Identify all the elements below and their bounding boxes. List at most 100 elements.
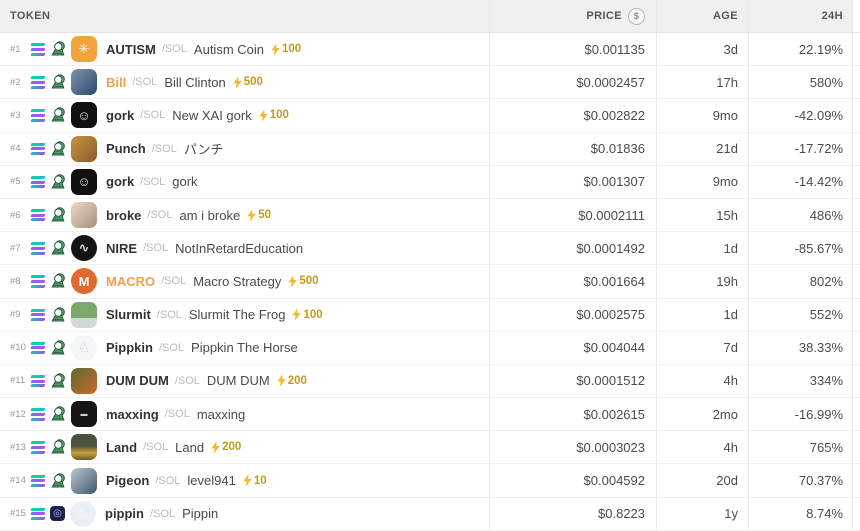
token-cell[interactable]: #10 ♘ Pippkin /SOL Pippkin The Horse: [0, 332, 489, 364]
rank-label: #7: [10, 242, 21, 254]
token-symbol: Slurmit: [106, 307, 151, 323]
boost-amount: 100: [303, 308, 323, 321]
column-header-24h[interactable]: 24H: [748, 0, 852, 32]
token-cell[interactable]: #3 ☺ gork /SOL New XAI gork 100: [0, 99, 489, 131]
token-cell[interactable]: #13 Land /SOL Land 200: [0, 431, 489, 463]
table-row[interactable]: #11 DUM DUM /SOL DUM DUM 200 $0.0001512 …: [0, 364, 860, 399]
price-cell: $0.001307: [489, 165, 656, 198]
token-name: Autism Coin: [193, 41, 264, 57]
token-symbol: Bill: [106, 74, 127, 90]
boost-badge[interactable]: 50: [247, 208, 271, 222]
boost-badge[interactable]: 200: [277, 374, 307, 388]
table-row[interactable]: #8 M MACRO /SOL Macro Strategy 500 $0.00…: [0, 265, 860, 299]
token-avatar: ✳: [71, 36, 97, 63]
token-cell[interactable]: #9 Slurmit /SOL Slurmit The Frog 100: [0, 299, 489, 331]
table-row[interactable]: #4 Punch /SOL パンチ $0.01836 21d -17.72%: [0, 132, 860, 166]
token-cell[interactable]: #8 M MACRO /SOL Macro Strategy 500: [0, 265, 489, 297]
token-avatar: ∿: [71, 235, 97, 262]
token-cell[interactable]: #11 DUM DUM /SOL DUM DUM 200: [0, 365, 489, 397]
token-name: level941: [187, 473, 236, 489]
token-cell[interactable]: #7 ∿ NIRE /SOL NotInRetardEducation: [0, 232, 489, 264]
solana-icon: [30, 275, 46, 288]
token-avatar: ☺: [71, 168, 97, 195]
table-row[interactable]: #14 Pigeon /SOL level941 10 $0.004592 20…: [0, 464, 860, 498]
dollar-circle-icon[interactable]: $: [628, 7, 645, 25]
age-cell: 9mo: [656, 165, 748, 198]
table-row[interactable]: #10 ♘ Pippkin /SOL Pippkin The Horse $0.…: [0, 331, 860, 365]
rank-label: #10: [10, 342, 26, 354]
token-name: Bill Clinton: [164, 74, 226, 90]
table-row[interactable]: #3 ☺ gork /SOL New XAI gork 100 $0.00282…: [0, 99, 860, 133]
token-cell[interactable]: #14 Pigeon /SOL level941 10: [0, 464, 489, 496]
pumpswap-icon: [50, 140, 66, 157]
row-spacer: [852, 232, 860, 265]
row-spacer: [852, 33, 860, 66]
token-name: Macro Strategy: [193, 273, 282, 289]
lightning-bolt-icon: [259, 109, 268, 122]
table-row[interactable]: #5 ☺ gork /SOL gork $0.001307 9mo -14.42…: [0, 165, 860, 199]
token-cell[interactable]: #4 Punch /SOL パンチ: [0, 133, 489, 165]
boost-badge[interactable]: 500: [233, 75, 263, 89]
price-cell: $0.002615: [489, 398, 656, 431]
solana-icon: [30, 341, 46, 354]
token-name: New XAI gork: [172, 107, 252, 123]
solana-icon: [30, 408, 46, 421]
token-symbol: Pigeon: [106, 473, 150, 489]
solana-icon: [30, 374, 46, 387]
token-symbol: pippin: [105, 506, 144, 522]
token-cell[interactable]: #2 Bill /SOL Bill Clinton 500: [0, 66, 489, 98]
token-pair: /SOL: [156, 308, 182, 321]
token-avatar: ☺: [71, 102, 97, 129]
pumpswap-icon: [50, 41, 66, 57]
token-pair: /SOL: [161, 275, 187, 288]
table-row[interactable]: #7 ∿ NIRE /SOL NotInRetardEducation $0.0…: [0, 232, 860, 266]
table-header: TOKEN PRICE $ AGE 24H: [0, 0, 860, 33]
boost-amount: 10: [253, 474, 267, 487]
solana-icon: [30, 441, 46, 454]
boost-badge[interactable]: 200: [211, 441, 241, 454]
table-row[interactable]: #12 ▬ maxxing /SOL maxxing $0.002615 2mo…: [0, 398, 860, 432]
token-cell[interactable]: #15 ◎ ♘ pippin /SOL Pippin: [0, 498, 489, 530]
rank-label: #8: [10, 275, 21, 287]
price-cell: $0.0002457: [489, 66, 656, 99]
lightning-bolt-icon: [243, 474, 252, 487]
token-cell[interactable]: #6 broke /SOL am i broke 50: [0, 199, 489, 231]
age-cell: 3d: [656, 33, 748, 66]
row-spacer: [852, 464, 860, 497]
token-table-body: #1 ✳ AUTISM /SOL Autism Coin 100 $0.0011…: [0, 33, 860, 531]
token-cell[interactable]: #5 ☺ gork /SOL gork: [0, 166, 489, 198]
table-row[interactable]: #6 broke /SOL am i broke 50 $0.0002111 1…: [0, 198, 860, 233]
column-header-age[interactable]: AGE: [656, 0, 748, 32]
table-row[interactable]: #9 Slurmit /SOL Slurmit The Frog 100 $0.…: [0, 298, 860, 332]
boost-badge[interactable]: 500: [288, 275, 319, 288]
solana-icon: [30, 242, 46, 255]
table-row[interactable]: #13 Land /SOL Land 200 $0.0003023 4h 765…: [0, 431, 860, 465]
column-header-price[interactable]: PRICE $: [489, 0, 656, 32]
boost-badge[interactable]: 10: [243, 474, 267, 487]
age-cell: 4h: [656, 364, 748, 398]
column-header-token[interactable]: TOKEN: [0, 0, 489, 32]
table-row[interactable]: #1 ✳ AUTISM /SOL Autism Coin 100 $0.0011…: [0, 33, 860, 67]
token-avatar: [71, 301, 97, 328]
token-cell[interactable]: #1 ✳ AUTISM /SOL Autism Coin 100: [0, 33, 489, 65]
boost-badge[interactable]: 100: [259, 109, 289, 122]
token-symbol: broke: [106, 207, 142, 223]
boost-badge[interactable]: 100: [292, 308, 323, 321]
row-spacer: [852, 132, 860, 165]
table-row[interactable]: #2 Bill /SOL Bill Clinton 500 $0.0002457…: [0, 66, 860, 100]
pumpswap-icon: [50, 240, 66, 256]
token-pair: /SOL: [158, 341, 185, 354]
rank-label: #6: [10, 209, 21, 221]
price-cell: $0.0003023: [489, 431, 656, 464]
table-row[interactable]: #15 ◎ ♘ pippin /SOL Pippin $0.8223 1y 8.…: [0, 497, 860, 531]
token-avatar: [71, 467, 97, 494]
age-cell: 1y: [656, 497, 748, 530]
pumpswap-icon: [50, 439, 66, 455]
token-cell[interactable]: #12 ▬ maxxing /SOL maxxing: [0, 398, 489, 430]
age-cell: 9mo: [656, 99, 748, 132]
boost-amount: 200: [287, 374, 307, 387]
pumpswap-icon: [50, 273, 66, 289]
boost-badge[interactable]: 100: [271, 42, 301, 56]
change-cell: 802%: [748, 265, 852, 298]
row-spacer: [852, 497, 860, 530]
